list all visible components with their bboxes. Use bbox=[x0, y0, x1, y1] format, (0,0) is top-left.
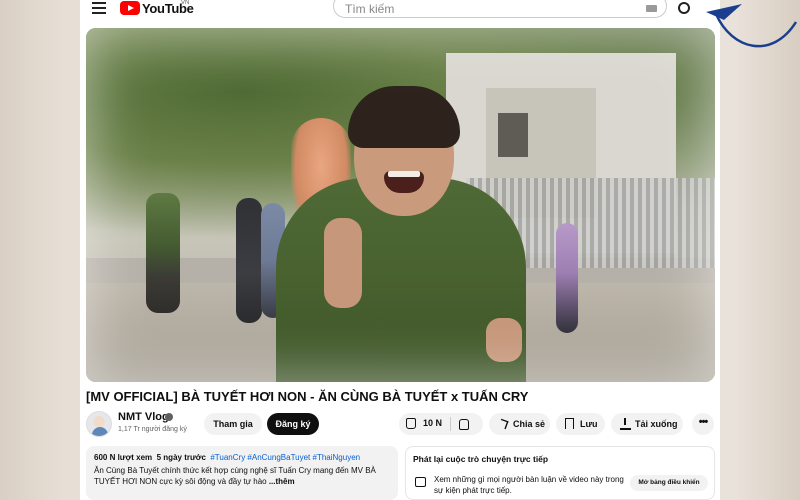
save-label: Lưu bbox=[580, 419, 598, 429]
region-code: VN bbox=[181, 0, 190, 6]
bookmark-icon bbox=[565, 418, 574, 429]
share-button[interactable]: Chia sẻ bbox=[489, 413, 550, 435]
channel-name[interactable]: NMT Vlog bbox=[118, 411, 169, 423]
live-chat-replay-panel: Phát lại cuộc trò chuyện trực tiếp Xem n… bbox=[405, 446, 715, 500]
menu-icon[interactable] bbox=[92, 2, 106, 14]
keyboard-icon[interactable] bbox=[646, 5, 657, 12]
hashtag[interactable]: #TuanCry bbox=[210, 453, 245, 462]
verified-icon bbox=[165, 413, 173, 421]
youtube-watch-page: YouTube VN Tìm kiếm [MV OFFICIAL] BÀ TUY… bbox=[80, 0, 720, 500]
download-label: Tải xuống bbox=[635, 419, 678, 429]
hashtag[interactable]: #AnCungBaTuyet bbox=[247, 453, 310, 462]
like-count[interactable]: 10 N bbox=[423, 418, 442, 428]
subscribe-button[interactable]: Đăng ký bbox=[267, 413, 319, 435]
description-meta: 600 N lượt xem 5 ngày trước #TuanCry #An… bbox=[94, 453, 390, 462]
top-bar: YouTube VN Tìm kiếm bbox=[80, 0, 720, 20]
like-dislike-group: 10 N bbox=[399, 413, 483, 435]
open-chat-button[interactable]: Mở bảng điều khiển bbox=[630, 475, 708, 491]
join-button[interactable]: Tham gia bbox=[204, 413, 262, 435]
download-button[interactable]: Tải xuống bbox=[611, 413, 683, 435]
download-icon bbox=[620, 418, 631, 430]
share-icon bbox=[498, 418, 509, 430]
description-text: Ăn Cùng Bà Tuyết chính thức kết hợp cùng… bbox=[94, 466, 376, 486]
thumbs-up-icon[interactable] bbox=[406, 418, 416, 429]
channel-avatar[interactable] bbox=[86, 411, 112, 437]
video-player[interactable] bbox=[86, 28, 715, 382]
search-icon[interactable] bbox=[678, 2, 690, 14]
view-count: 600 N lượt xem bbox=[94, 453, 153, 462]
search-input[interactable]: Tìm kiếm bbox=[333, 0, 667, 18]
video-title: [MV OFFICIAL] BÀ TUYẾT HƠI NON - ĂN CÙNG… bbox=[86, 389, 529, 404]
upload-age: 5 ngày trước bbox=[156, 453, 206, 462]
share-label: Chia sẻ bbox=[513, 419, 546, 429]
subscriber-count: 1,17 Tr người đăng ký bbox=[118, 426, 187, 433]
more-actions-button[interactable]: ••• bbox=[692, 413, 714, 435]
show-more-link[interactable]: ...thêm bbox=[269, 477, 295, 486]
chat-icon bbox=[415, 477, 426, 487]
van-hoa-viet-nam-logo bbox=[706, 4, 798, 48]
description-box[interactable]: 600 N lượt xem 5 ngày trước #TuanCry #An… bbox=[86, 446, 398, 500]
save-button[interactable]: Lưu bbox=[556, 413, 605, 435]
thumbs-down-icon[interactable] bbox=[459, 419, 469, 430]
live-chat-title: Phát lại cuộc trò chuyện trực tiếp bbox=[413, 454, 549, 464]
hashtag[interactable]: #ThaiNguyen bbox=[313, 453, 361, 462]
live-chat-text: Xem những gì mọi người bàn luận về video… bbox=[434, 475, 624, 495]
youtube-play-icon bbox=[120, 1, 140, 15]
